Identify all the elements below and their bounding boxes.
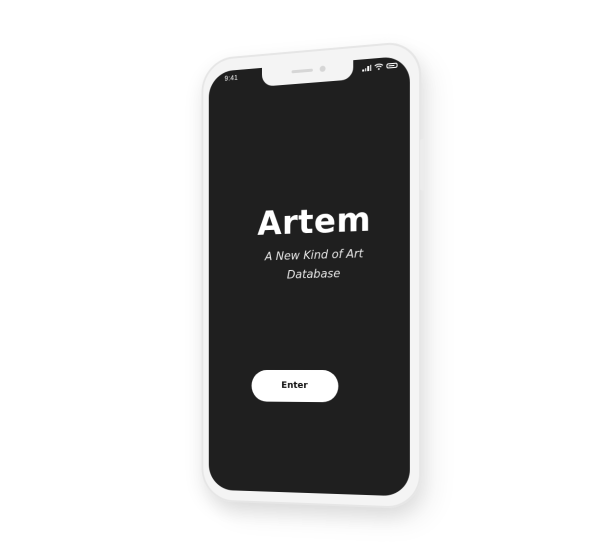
mockup-stage: 9:41 Artem A New Kind of Art Database En… bbox=[0, 0, 608, 543]
phone-device: 9:41 Artem A New Kind of Art Database En… bbox=[201, 40, 425, 510]
battery-icon bbox=[386, 62, 398, 69]
cellular-signal-icon bbox=[362, 64, 372, 72]
front-camera bbox=[319, 65, 326, 73]
side-button bbox=[420, 138, 425, 191]
status-bar-icons bbox=[362, 62, 398, 72]
app-title: Artem bbox=[257, 199, 372, 243]
phone-frame: 9:41 Artem A New Kind of Art Database En… bbox=[201, 40, 425, 510]
phone-notch bbox=[261, 59, 353, 87]
status-bar-time: 9:41 bbox=[224, 74, 238, 83]
speaker-grille bbox=[291, 68, 313, 74]
app-subtitle: A New Kind of Art Database bbox=[264, 246, 364, 282]
app-screen: 9:41 Artem A New Kind of Art Database En… bbox=[208, 55, 410, 497]
wifi-icon bbox=[374, 63, 383, 71]
enter-button[interactable]: Enter bbox=[251, 369, 339, 403]
